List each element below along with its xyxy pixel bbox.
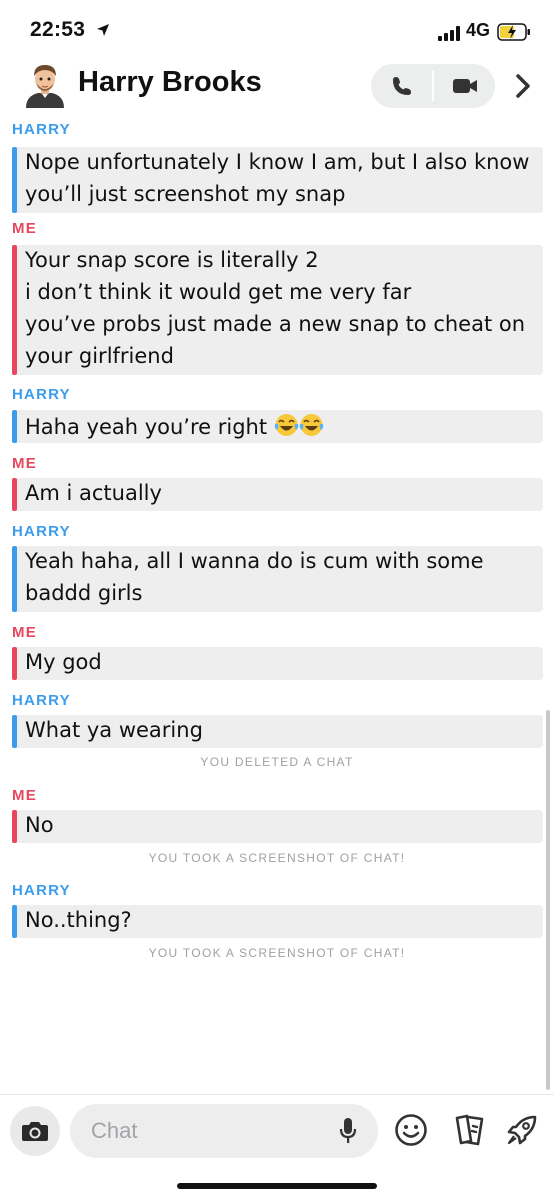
chat-header: Harry Brooks [0, 55, 554, 117]
message-text-row: Haha yeah you’re right [25, 413, 324, 439]
system-note: YOU DELETED A CHAT [200, 755, 354, 769]
composer-divider [0, 1094, 554, 1095]
sender-label: ME [12, 624, 37, 641]
video-icon [452, 79, 477, 93]
message-bubble[interactable]: Am i actually [12, 478, 543, 511]
signal-icon [438, 26, 460, 41]
message-text: No..thing? [25, 908, 132, 932]
sender-label: HARRY [12, 386, 71, 403]
sender-label: ME [12, 220, 37, 237]
camera-icon [22, 1122, 48, 1141]
call-actions [371, 64, 495, 108]
chat-input-placeholder: Chat [91, 1118, 138, 1143]
chat-input[interactable]: Chat [70, 1104, 378, 1158]
sender-label: HARRY [12, 882, 71, 899]
rocket-icon[interactable] [505, 1113, 539, 1147]
sender-color-bar [12, 715, 17, 748]
message-text: Am i actually [25, 481, 162, 505]
message-bubble[interactable]: Haha yeah you’re right [12, 410, 543, 443]
sender-color-bar [12, 147, 17, 213]
message-bubble[interactable]: Yeah haha, all I wanna do is cum with so… [12, 546, 543, 612]
message-text: Yeah haha, all I wanna do is cum with so… [25, 549, 484, 573]
sender-color-bar [12, 410, 17, 443]
message-bubble[interactable]: No..thing? [12, 905, 543, 938]
microphone-icon[interactable] [338, 1117, 358, 1145]
crying-laughing-emoji [274, 414, 299, 436]
chevron-right-icon[interactable] [508, 71, 538, 101]
message-text: baddd girls [25, 581, 143, 605]
message-bubble[interactable]: My god [12, 647, 543, 680]
message-text: i don’t think it would get me very far [25, 280, 412, 304]
sender-label: HARRY [12, 523, 71, 540]
camera-button[interactable] [10, 1106, 60, 1156]
sender-label: HARRY [12, 692, 71, 709]
message-bubble[interactable]: What ya wearing [12, 715, 543, 748]
network-type: 4G [466, 20, 491, 40]
smiley-icon[interactable] [394, 1113, 428, 1147]
scrollbar[interactable] [546, 710, 550, 1090]
location-arrow-icon [97, 24, 109, 36]
system-note: YOU TOOK A SCREENSHOT OF CHAT! [148, 946, 406, 960]
sender-color-bar [12, 810, 17, 843]
cards-icon[interactable] [451, 1113, 487, 1147]
message-bubble[interactable]: No [12, 810, 543, 843]
message-text: No [25, 813, 54, 837]
battery-charging-icon [497, 23, 530, 41]
crying-laughing-emoji [299, 414, 324, 436]
phone-icon [392, 77, 411, 95]
sender-label: ME [12, 787, 37, 804]
message-text: you’ve probs just made a new snap to che… [25, 312, 526, 336]
chat-title: Harry Brooks [78, 66, 262, 98]
sender-label: HARRY [12, 121, 71, 138]
video-call-button[interactable] [434, 64, 495, 108]
message-bubble[interactable]: Nope unfortunately I know I am, but I al… [12, 147, 543, 213]
sender-color-bar [12, 478, 17, 511]
sender-color-bar [12, 546, 17, 612]
bitmoji-avatar[interactable] [22, 62, 68, 108]
system-note: YOU TOOK A SCREENSHOT OF CHAT! [148, 851, 406, 865]
message-text: Nope unfortunately I know I am, but I al… [25, 150, 530, 174]
message-text: Your snap score is literally 2 [25, 248, 319, 272]
message-text: Haha yeah you’re right [25, 415, 274, 439]
message-text: you’ll just screenshot my snap [25, 182, 346, 206]
status-bar: 22:53 4G [0, 0, 554, 60]
sender-label: ME [12, 455, 37, 472]
voice-call-button[interactable] [371, 64, 432, 108]
status-time: 22:53 [30, 18, 86, 41]
sender-color-bar [12, 245, 17, 375]
message-text: your girlfriend [25, 344, 174, 368]
sender-color-bar [12, 905, 17, 938]
message-text: My god [25, 650, 102, 674]
home-indicator[interactable] [177, 1183, 377, 1189]
message-text: What ya wearing [25, 718, 203, 742]
message-bubble[interactable]: Your snap score is literally 2 i don’t t… [12, 245, 543, 375]
sender-color-bar [12, 647, 17, 680]
